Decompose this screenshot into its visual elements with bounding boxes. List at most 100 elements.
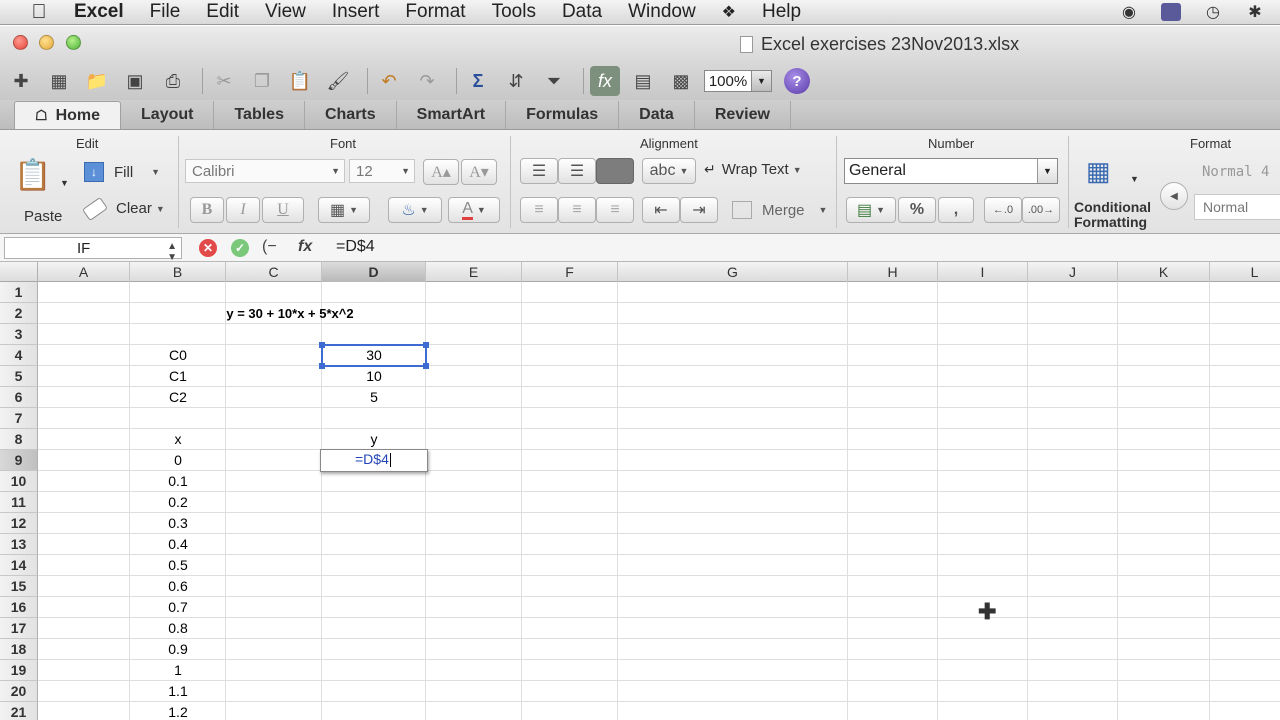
row-header-21[interactable]: 21 [0,702,38,720]
fill-button[interactable]: ↓ Fill ▼ [84,162,160,182]
confirm-formula-icon[interactable]: ✓ [231,239,249,257]
conditional-formatting-icon[interactable]: ▦ [1086,156,1111,187]
row-header-14[interactable]: 14 [0,555,38,576]
row-header-8[interactable]: 8 [0,429,38,450]
undo-icon[interactable]: ↶ [374,66,404,96]
open-icon[interactable]: 📁 [82,66,112,96]
menu-view[interactable]: View [265,1,306,23]
x-value-cell[interactable]: 0.5 [130,555,226,576]
x-value-cell[interactable]: 0.1 [130,471,226,492]
row-header-20[interactable]: 20 [0,681,38,702]
bluetooth-icon[interactable]: ✱ [1244,2,1266,22]
align-top-button[interactable]: ☰ [520,158,558,184]
select-all-corner[interactable] [0,262,38,282]
column-header-e[interactable]: E [426,262,522,282]
column-header-c[interactable]: C [226,262,322,282]
row-header-13[interactable]: 13 [0,534,38,555]
menu-tools[interactable]: Tools [492,1,536,23]
decrease-decimal-button[interactable]: .00→ [1022,197,1060,223]
tab-smartart[interactable]: SmartArt [397,101,507,129]
coef-value-cell[interactable]: 10 [322,366,426,387]
x-value-cell[interactable]: 0.2 [130,492,226,513]
app-status-icon[interactable] [1160,2,1182,22]
name-box-stepper-icon[interactable]: ▲ ▼ [167,241,177,263]
menu-window[interactable]: Window [628,1,696,23]
column-header-a[interactable]: A [38,262,130,282]
tab-charts[interactable]: Charts [305,101,397,129]
row-header-10[interactable]: 10 [0,471,38,492]
menu-insert[interactable]: Insert [332,1,380,23]
new-workbook-icon[interactable]: ✚ [6,66,36,96]
align-left-button[interactable]: ≡ [520,197,558,223]
conditional-formatting-button[interactable]: Conditional Formatting [1074,200,1151,230]
x-value-cell[interactable]: 0.7 [130,597,226,618]
align-bottom-button[interactable] [596,158,634,184]
style-normal-4[interactable]: Normal 4 [1194,158,1280,186]
cancel-formula-icon[interactable]: ✕ [199,239,217,257]
cells-area[interactable]: y = 30 + 10*x + 5*x^2 C0 C1 C2 30 10 5 x y 0 0.1 0.… [38,282,1280,720]
style-normal[interactable]: Normal [1194,194,1280,220]
coef-value-cell[interactable]: 5 [322,387,426,408]
save-icon[interactable]: ▣ [120,66,150,96]
toolbox-icon[interactable]: ▩ [666,66,696,96]
column-header-g[interactable]: G [618,262,848,282]
paste-toolbar-icon[interactable]: 📋 [285,66,315,96]
help-button[interactable]: ? [784,68,810,94]
percent-button[interactable]: % [898,197,936,223]
row-header-1[interactable]: 1 [0,282,38,303]
redo-icon[interactable]: ↷ [412,66,442,96]
zoom-field[interactable]: 100% [704,70,752,92]
row-header-19[interactable]: 19 [0,660,38,681]
y-header-cell[interactable]: y [322,429,426,450]
conditional-formatting-dropdown-icon[interactable]: ▼ [1130,174,1139,184]
x-value-cell[interactable]: 1.1 [130,681,226,702]
paste-button[interactable]: Paste [24,208,62,225]
font-color-button[interactable]: A ▼ [448,197,500,223]
selection-handle[interactable] [423,342,429,348]
coef-label-cell[interactable]: C1 [130,366,226,387]
menu-data[interactable]: Data [562,1,602,23]
apple-menu-icon[interactable]:  [24,1,54,24]
formula-input[interactable]: =D$4 [336,238,375,256]
x-value-cell[interactable]: 0.4 [130,534,226,555]
x-value-cell[interactable]: 1.2 [130,702,226,720]
row-header-3[interactable]: 3 [0,324,38,345]
paste-dropdown-icon[interactable]: ▼ [60,178,69,188]
row-header-18[interactable]: 18 [0,639,38,660]
tab-formulas[interactable]: Formulas [506,101,620,129]
row-header-5[interactable]: 5 [0,366,38,387]
number-format-field[interactable]: General ▼ [844,158,1058,184]
active-cell-editor[interactable]: =D$4 [320,449,428,472]
menu-app-excel[interactable]: Excel [74,1,124,23]
borders-button[interactable]: ▦ ▼ [318,197,370,223]
insert-function-button[interactable]: fx [298,238,312,256]
x-header-cell[interactable]: x [130,429,226,450]
menu-format[interactable]: Format [405,1,465,23]
formula-paren-icon[interactable]: (− [262,238,277,256]
cut-icon[interactable]: ✂ [209,66,239,96]
row-header-6[interactable]: 6 [0,387,38,408]
fill-color-button[interactable]: ♨ ▼ [388,197,442,223]
x-value-cell[interactable]: 0.3 [130,513,226,534]
record-icon[interactable]: ◉ [1118,2,1140,22]
menu-file[interactable]: File [150,1,181,23]
selection-handle[interactable] [423,363,429,369]
selection-handle[interactable] [319,363,325,369]
tab-review[interactable]: Review [695,101,791,129]
bold-button[interactable]: B [190,197,224,223]
paste-icon[interactable]: 📋 [14,158,51,193]
column-header-h[interactable]: H [848,262,938,282]
orientation-button[interactable]: abc ▼ [642,158,696,184]
x-value-cell[interactable]: 0.6 [130,576,226,597]
equation-cell[interactable]: y = 30 + 10*x + 5*x^2 [190,303,390,324]
row-header-11[interactable]: 11 [0,492,38,513]
menu-edit[interactable]: Edit [206,1,239,23]
align-middle-button[interactable]: ☰ [558,158,596,184]
column-header-k[interactable]: K [1118,262,1210,282]
row-header-4[interactable]: 4 [0,345,38,366]
menu-help[interactable]: Help [762,1,801,23]
copy-icon[interactable]: ❐ [247,66,277,96]
increase-indent-button[interactable]: ⇥ [680,197,718,223]
tab-home[interactable]: ☖ Home [14,101,122,129]
column-header-l[interactable]: L [1210,262,1280,282]
